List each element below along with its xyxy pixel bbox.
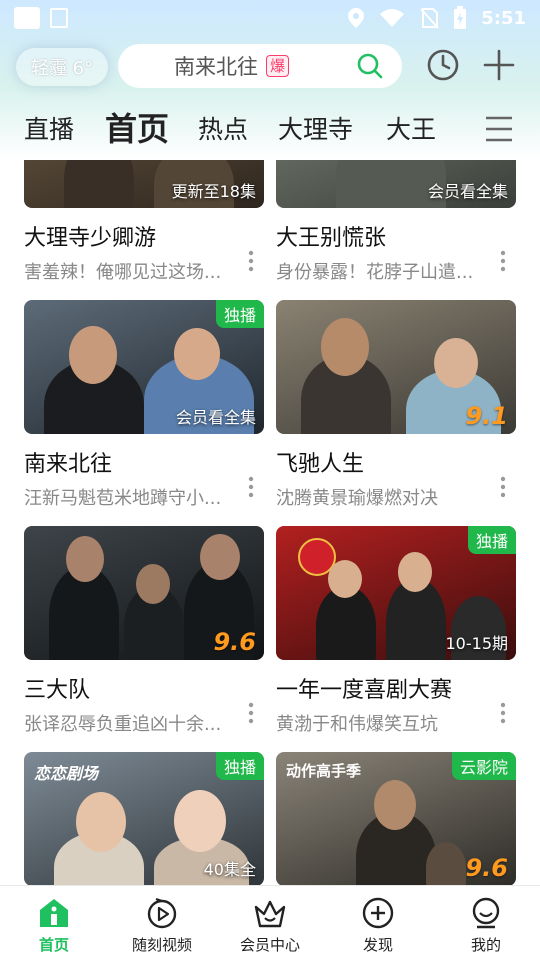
rating-score: 9.1 (465, 402, 508, 430)
profile-icon (472, 897, 500, 929)
tab-home[interactable]: 首页 (105, 104, 169, 150)
video-feed[interactable]: 更新至18集 大理寺少卿游 害羞辣！俺哪见过这场... 会员看全集 大王别慌张 … (0, 160, 540, 885)
no-sim-icon (420, 8, 439, 29)
video-thumbnail[interactable]: 动作高手季 云影院 9.6 (276, 752, 516, 885)
tab-dawang[interactable]: 大王 (386, 110, 436, 146)
video-card[interactable]: 9.1 飞驰人生 沈腾黄景瑜爆燃对决 (276, 300, 516, 510)
video-title[interactable]: 南来北往 (24, 446, 264, 478)
nav-label: 会员中心 (239, 936, 300, 954)
history-icon[interactable] (424, 46, 462, 84)
rating-score: 9.6 (213, 628, 256, 656)
video-title[interactable]: 三大队 (24, 672, 264, 704)
search-placeholder: 南来北往 (174, 55, 258, 79)
channel-logo: 动作高手季 (286, 762, 362, 780)
rating-score: 9.6 (465, 854, 508, 882)
video-thumbnail[interactable]: 9.6 (24, 526, 264, 660)
video-title[interactable]: 飞驰人生 (276, 446, 516, 478)
video-title[interactable]: 大王别慌张 (276, 220, 516, 252)
episode-status: 10-15期 (445, 634, 509, 653)
video-thumbnail[interactable]: 独播 10-15期 (276, 526, 516, 660)
video-title[interactable]: 大理寺少卿游 (24, 220, 264, 252)
more-options-icon[interactable] (500, 476, 506, 498)
tab-hot[interactable]: 热点 (198, 110, 248, 146)
video-subtitle: 沈腾黄景瑜爆燃对决 (276, 488, 438, 509)
play-circle-icon (147, 897, 177, 929)
video-card[interactable]: 动作高手季 云影院 9.6 (276, 752, 516, 885)
clock: 5:51 (481, 7, 526, 29)
bottom-navigation: 首页 随刻视频 会员中心 发现 我的 (0, 885, 540, 960)
nav-profile[interactable]: 我的 (432, 886, 540, 960)
exclusive-tag: 独播 (215, 752, 264, 780)
discover-plus-icon (362, 897, 394, 929)
video-subtitle: 汪新马魁苞米地蹲守小... (24, 488, 222, 509)
video-subtitle: 黄渤于和伟爆笑互坑 (276, 714, 438, 735)
more-options-icon[interactable] (500, 702, 506, 724)
nav-label: 发现 (362, 936, 393, 954)
video-thumbnail[interactable]: 9.1 (276, 300, 516, 434)
crown-icon (254, 900, 286, 928)
location-icon (348, 8, 365, 28)
top-header: 轻霾 6° 南来北往 爆 (0, 42, 540, 90)
video-subtitle: 张译忍辱负重追凶十余... (24, 714, 222, 735)
exclusive-tag: 独播 (215, 300, 264, 328)
more-options-icon[interactable] (248, 702, 254, 724)
nav-home[interactable]: 首页 (0, 886, 108, 960)
episode-status: 会员看全集 (427, 182, 508, 201)
tab-dalisi[interactable]: 大理寺 (278, 110, 353, 146)
nav-suike-video[interactable]: 随刻视频 (108, 886, 216, 960)
home-icon (40, 899, 68, 927)
video-thumbnail[interactable]: 更新至18集 (24, 160, 264, 208)
episode-status: 更新至18集 (171, 182, 256, 201)
video-subtitle: 害羞辣！俺哪见过这场... (24, 262, 222, 283)
search-icon[interactable] (356, 52, 384, 80)
video-card[interactable]: 更新至18集 大理寺少卿游 害羞辣！俺哪见过这场... (24, 160, 264, 284)
channel-logo: 恋恋剧场 (34, 764, 99, 783)
category-tabs: 直播 首页 热点 大理寺 大王 (0, 100, 540, 158)
video-thumbnail[interactable]: 会员看全集 (276, 160, 516, 208)
exclusive-tag: 独播 (467, 526, 516, 554)
weather-widget[interactable]: 轻霾 6° (16, 48, 108, 86)
video-card[interactable]: 恋恋剧场 独播 40集全 (24, 752, 264, 885)
tab-live[interactable]: 直播 (24, 110, 74, 146)
status-bar: 5:51 (0, 0, 540, 36)
app-notification-icon (50, 8, 68, 28)
video-thumbnail[interactable]: 恋恋剧场 独播 40集全 (24, 752, 264, 885)
notification-icon (14, 7, 40, 29)
search-bar[interactable]: 南来北往 爆 (118, 44, 402, 88)
video-card[interactable]: 9.6 三大队 张译忍辱负重追凶十余... (24, 526, 264, 736)
video-subtitle: 身份暴露！花脖子山遣... (276, 262, 474, 283)
video-card[interactable]: 会员看全集 大王别慌张 身份暴露！花脖子山遣... (276, 160, 516, 284)
nav-label: 随刻视频 (131, 936, 192, 954)
video-title[interactable]: 一年一度喜剧大赛 (276, 672, 516, 704)
video-card[interactable]: 独播 会员看全集 南来北往 汪新马魁苞米地蹲守小... (24, 300, 264, 510)
cinema-tag: 云影院 (451, 752, 516, 780)
episode-status: 40集全 (203, 860, 256, 879)
add-icon[interactable] (480, 46, 518, 84)
battery-icon (454, 6, 467, 29)
more-options-icon[interactable] (248, 476, 254, 498)
nav-vip-center[interactable]: 会员中心 (216, 886, 324, 960)
nav-discover[interactable]: 发现 (324, 886, 432, 960)
more-options-icon[interactable] (248, 250, 254, 272)
nav-label: 我的 (470, 936, 501, 954)
video-thumbnail[interactable]: 独播 会员看全集 (24, 300, 264, 434)
menu-icon[interactable] (484, 114, 514, 144)
video-card[interactable]: 独播 10-15期 一年一度喜剧大赛 黄渤于和伟爆笑互坑 (276, 526, 516, 736)
more-options-icon[interactable] (500, 250, 506, 272)
hot-badge: 爆 (266, 55, 290, 77)
wifi-icon (380, 9, 405, 27)
episode-status: 会员看全集 (175, 408, 256, 427)
nav-label: 首页 (38, 936, 69, 954)
